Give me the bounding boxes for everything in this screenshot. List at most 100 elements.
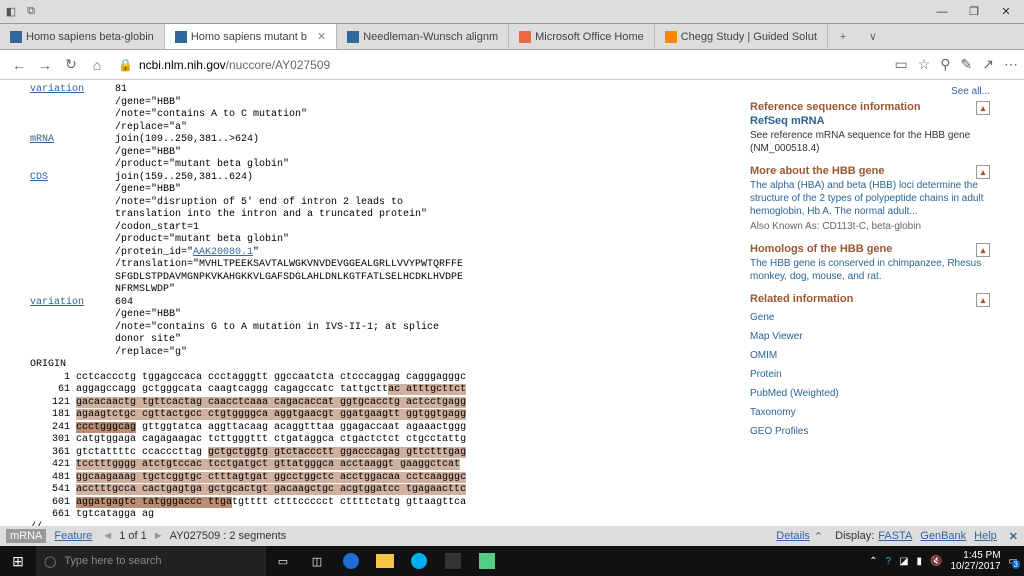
volume-icon[interactable]: 🔇 <box>930 556 942 567</box>
new-tab-button[interactable]: + <box>828 24 858 49</box>
related-link[interactable]: Protein <box>750 368 990 381</box>
tab-preview-icon[interactable]: ◧ <box>2 3 20 21</box>
tab-close-icon[interactable]: ✕ <box>311 30 326 43</box>
sequence-row: 301catgtggaga cagagaagac tcttgggttt ctga… <box>30 434 714 447</box>
wifi-icon[interactable]: ▮ <box>917 556 923 567</box>
sidebar-homologs-block: Homologs of the HBB gene▴ The HBB gene i… <box>750 243 990 283</box>
tab-3[interactable]: Needleman-Wunsch alignm <box>337 24 509 49</box>
window-titlebar: ◧ ⧉ — ❐ ✕ <box>0 0 1024 24</box>
clock[interactable]: 1:45 PM10/27/2017 <box>950 550 1000 572</box>
sequence-row: 241ccctgggcag gttggtatca aggttacaag acag… <box>30 422 714 435</box>
next-feature-button[interactable]: ► <box>153 530 164 542</box>
sequence-row: 361gtctattttc ccacccttag gctgctggtg gtct… <box>30 447 714 460</box>
segment-info: AY027509 : 2 segments <box>170 530 287 542</box>
taskbar-search[interactable]: ◯ Type here to search <box>36 546 266 576</box>
store-icon[interactable] <box>436 546 470 576</box>
sidebar-more-block: More about the HBB gene▴ The alpha (HBA)… <box>750 165 990 233</box>
sequence-row: 661tgtcatagga ag <box>30 509 714 522</box>
favicon-icon <box>665 31 677 43</box>
feature-mrna-link[interactable]: mRNA <box>30 134 54 145</box>
feature-variation-link[interactable]: variation <box>30 297 84 308</box>
search-icon: ◯ <box>44 555 56 568</box>
sequence-row: 121gacacaactg tgttcactag caacctcaaa caga… <box>30 397 714 410</box>
forward-button[interactable]: → <box>32 52 58 78</box>
sequence-row: 421tcctttgggg atctgtccac tcctgatgct gtta… <box>30 459 714 472</box>
notes-icon[interactable]: ✎ <box>961 56 973 73</box>
reading-view-icon[interactable]: ▭ <box>894 56 907 73</box>
homologs-link[interactable]: The HBB gene is conserved in chimpanzee,… <box>750 257 990 283</box>
feature-type-badge: mRNA <box>6 529 46 543</box>
tab-4[interactable]: Microsoft Office Home <box>509 24 655 49</box>
related-link[interactable]: Taxonomy <box>750 406 990 419</box>
lock-icon: 🔒 <box>118 58 133 72</box>
collapse-icon[interactable]: ▴ <box>976 101 990 115</box>
tab-2-active[interactable]: Homo sapiens mutant b✕ <box>165 24 337 49</box>
favorites-list-icon[interactable]: ⚲ <box>940 56 950 73</box>
sequence-row: 541acctttgcca cactgagtga gctgcactgt gaca… <box>30 484 714 497</box>
origin-label: ORIGIN <box>30 359 714 372</box>
favicon-icon <box>519 31 531 43</box>
reload-button[interactable]: ↻ <box>58 52 84 78</box>
details-link[interactable]: Details <box>776 530 810 542</box>
settings-more-icon[interactable]: ⋯ <box>1004 56 1018 73</box>
related-link[interactable]: Map Viewer <box>750 330 990 343</box>
tab-5[interactable]: Chegg Study | Guided Solut <box>655 24 828 49</box>
edge-icon[interactable] <box>334 546 368 576</box>
sequence-row: 181agaagtctgc cgttactgcc ctgtggggca aggt… <box>30 409 714 422</box>
display-genbank-link[interactable]: GenBank <box>920 530 966 542</box>
sequence-row: 481ggcaagaaag tgctcggtgc ctttagtgat ggcc… <box>30 472 714 485</box>
close-button[interactable]: ✕ <box>990 0 1022 24</box>
prev-feature-button[interactable]: ◄ <box>102 530 113 542</box>
feature-bar: mRNA Feature ◄ 1 of 1 ► AY027509 : 2 seg… <box>0 526 1024 546</box>
back-button[interactable]: ← <box>6 52 32 78</box>
tab-more-button[interactable]: ∨ <box>858 24 888 49</box>
tray-overflow-icon[interactable]: ⌃ <box>869 556 877 567</box>
skype-icon[interactable] <box>402 546 436 576</box>
share-icon[interactable]: ↗ <box>982 56 994 73</box>
genbank-record: variation81 /gene="HBB" /note="contains … <box>0 80 744 526</box>
minimize-button[interactable]: — <box>926 0 958 24</box>
system-tray[interactable]: ⌃ ? ◪ ▮ 🔇 1:45 PM10/27/2017 ▭3 <box>863 550 1024 572</box>
set-aside-icon[interactable]: ⧉ <box>22 3 40 21</box>
taskbar: ⊞ ◯ Type here to search ▭ ◫ ⌃ ? ◪ ▮ 🔇 1:… <box>0 546 1024 576</box>
battery-icon[interactable]: ◪ <box>899 556 908 567</box>
help-link[interactable]: Help <box>974 530 997 542</box>
task-view-icon[interactable]: ▭ <box>266 546 300 576</box>
maximize-button[interactable]: ❐ <box>958 0 990 24</box>
feature-cds-link[interactable]: CDS <box>30 172 48 183</box>
help-icon[interactable]: ? <box>886 556 892 567</box>
explorer-icon[interactable] <box>368 546 402 576</box>
feature-position: 1 of 1 <box>119 530 147 542</box>
related-link[interactable]: GEO Profiles <box>750 425 990 438</box>
start-button[interactable]: ⊞ <box>0 553 36 570</box>
tab-1[interactable]: Homo sapiens beta-globin <box>0 24 165 49</box>
related-link[interactable]: PubMed (Weighted) <box>750 387 990 400</box>
favicon-icon <box>10 31 22 43</box>
app-icon[interactable] <box>470 546 504 576</box>
action-center-icon[interactable]: ▭3 <box>1009 556 1018 567</box>
protein-id-link[interactable]: AAK20080.1 <box>193 247 253 258</box>
see-all-link[interactable]: See all... <box>951 86 990 97</box>
collapse-icon[interactable]: ▴ <box>976 293 990 307</box>
home-button[interactable]: ⌂ <box>84 52 110 78</box>
sidebar: See all... Reference sequence informatio… <box>744 80 1024 526</box>
favicon-icon <box>347 31 359 43</box>
feature-link[interactable]: Feature <box>54 530 92 542</box>
sequence-row: 61aggagccagg gctgggcata caagtcaggg cagag… <box>30 384 714 397</box>
collapse-icon[interactable]: ▴ <box>976 165 990 179</box>
refseq-mrna-link[interactable]: RefSeq mRNA <box>750 115 990 127</box>
tab-strip: Homo sapiens beta-globin Homo sapiens mu… <box>0 24 1024 50</box>
related-link[interactable]: OMIM <box>750 349 990 362</box>
gene-description-link[interactable]: The alpha (HBA) and beta (HBB) loci dete… <box>750 179 990 218</box>
related-link[interactable]: Gene <box>750 311 990 324</box>
favorite-icon[interactable]: ☆ <box>918 56 931 73</box>
sequence-row: 601aggatgagtc tatgggaccc ttgatgtttt cttt… <box>30 497 714 510</box>
display-fasta-link[interactable]: FASTA <box>878 530 912 542</box>
address-bar: ← → ↻ ⌂ 🔒 ncbi.nlm.nih.gov/nuccore/AY027… <box>0 50 1024 80</box>
feature-variation-link[interactable]: variation <box>30 84 84 95</box>
url-field[interactable]: 🔒 ncbi.nlm.nih.gov/nuccore/AY027509 <box>110 58 894 72</box>
collapse-icon[interactable]: ▴ <box>976 243 990 257</box>
people-icon[interactable]: ◫ <box>300 546 334 576</box>
close-feature-bar-button[interactable]: ✕ <box>1009 530 1018 543</box>
sidebar-reference-block: Reference sequence information▴ RefSeq m… <box>750 101 990 155</box>
